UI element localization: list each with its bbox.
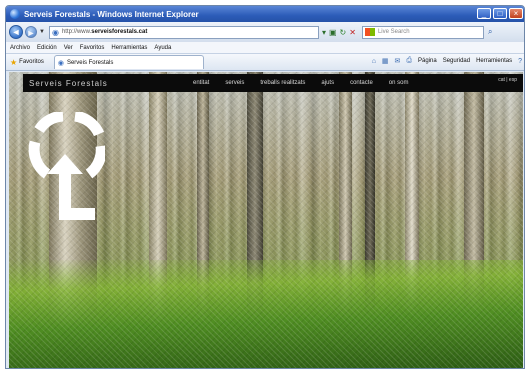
tab-page-icon: ◉	[57, 59, 64, 67]
site-nav: entitat serveis treballs realitzats ajut…	[193, 74, 408, 92]
nav-on-som[interactable]: on som	[389, 80, 409, 86]
live-search-icon	[364, 28, 375, 36]
menu-ver[interactable]: Ver	[64, 45, 73, 51]
site-header: Serveis Forestals entitat serveis trebal…	[23, 74, 523, 92]
address-bar: ◄ ► ▼ ◉ http://www.serveisforestals.cat …	[6, 22, 524, 42]
search-go-icon[interactable]: ⌕	[488, 27, 492, 37]
window-controls: _ □ ×	[477, 8, 523, 19]
history-dropdown-icon[interactable]: ▼	[39, 29, 45, 35]
favorites-label[interactable]: Favoritos	[19, 59, 44, 65]
compatibility-icon[interactable]: ▾	[322, 28, 326, 37]
tab-serveis-forestals[interactable]: ◉ Serveis Forestals	[53, 55, 204, 69]
safety-menu[interactable]: Seguridad	[443, 58, 470, 64]
url-input[interactable]: ◉ http://www.serveisforestals.cat	[48, 25, 319, 39]
language-switcher[interactable]: cat | esp	[498, 77, 517, 83]
menu-bar: Archivo Edición Ver Favoritos Herramient…	[6, 42, 524, 54]
help-icon[interactable]: ?	[518, 58, 522, 65]
print-icon[interactable]: ⎙	[406, 57, 412, 65]
menu-archivo[interactable]: Archivo	[10, 45, 30, 51]
back-button[interactable]: ◄	[9, 25, 23, 39]
url-text: http://www.serveisforestals.cat	[61, 29, 148, 35]
ie-logo-icon	[10, 9, 20, 19]
search-placeholder: Live Search	[377, 29, 410, 35]
page-menu[interactable]: Página	[418, 58, 437, 64]
nav-serveis[interactable]: serveis	[225, 80, 244, 86]
nav-treballs-realitzats[interactable]: treballs realitzats	[260, 80, 305, 86]
close-button[interactable]: ×	[509, 8, 523, 19]
nav-entitat[interactable]: entitat	[193, 80, 209, 86]
maximize-button[interactable]: □	[493, 8, 507, 19]
browser-window: Serveis Forestals - Windows Internet Exp…	[5, 5, 525, 369]
page-icon: ◉	[51, 27, 59, 37]
nav-ajuts[interactable]: ajuts	[321, 80, 334, 86]
stop-icon[interactable]: ✕	[349, 28, 356, 37]
forward-button[interactable]: ►	[25, 26, 37, 38]
menu-ayuda[interactable]: Ayuda	[154, 45, 171, 51]
address-tools: ▾ ▣ ↻ ✕	[322, 28, 356, 37]
window-title: Serveis Forestals - Windows Internet Exp…	[24, 9, 199, 19]
favorites-star-icon[interactable]: ★	[10, 58, 17, 67]
serveis-forestals-logo-icon	[28, 112, 105, 220]
tools-menu[interactable]: Herramientas	[476, 58, 512, 64]
minimize-button[interactable]: _	[477, 8, 491, 19]
site-logo-text[interactable]: Serveis Forestals	[29, 79, 108, 88]
feeds-icon[interactable]: ▦	[382, 57, 389, 65]
refresh-icon[interactable]: ↻	[340, 28, 347, 37]
nav-contacte[interactable]: contacte	[350, 80, 373, 86]
search-input[interactable]: Live Search	[361, 25, 484, 39]
rss-icon[interactable]: ▣	[329, 28, 337, 37]
menu-edicion[interactable]: Edición	[37, 45, 57, 51]
command-bar: ⌂ ▦ ✉ ⎙ Página Seguridad Herramientas ?	[372, 57, 522, 65]
title-bar: Serveis Forestals - Windows Internet Exp…	[6, 6, 524, 22]
tab-title: Serveis Forestals	[66, 59, 114, 66]
mail-icon[interactable]: ✉	[395, 57, 401, 65]
favorites-bar: ★ Favoritos ◉ Serveis Forestals ⌂ ▦ ✉ ⎙ …	[6, 54, 524, 71]
web-page: Serveis Forestals entitat serveis trebal…	[9, 72, 523, 368]
home-icon[interactable]: ⌂	[372, 58, 376, 65]
menu-herramientas[interactable]: Herramientas	[111, 45, 147, 51]
menu-favoritos[interactable]: Favoritos	[80, 45, 105, 51]
